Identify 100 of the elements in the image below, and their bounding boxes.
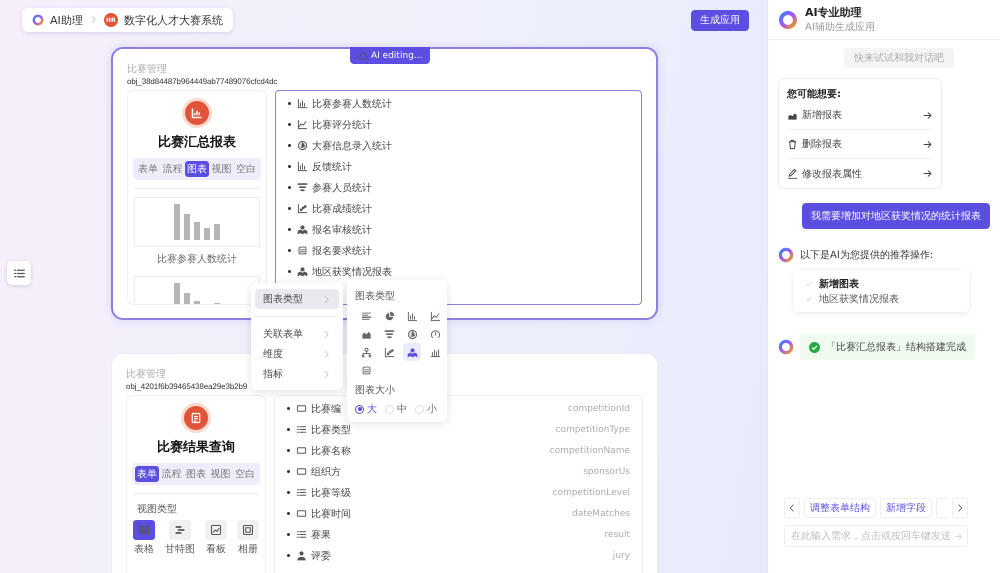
- bullet-dot: [288, 102, 291, 105]
- funnel-icon: [297, 182, 308, 193]
- line-chart-icon: [430, 310, 440, 322]
- size-radio[interactable]: 大: [355, 402, 377, 416]
- view-type-option[interactable]: 甘特图: [165, 520, 195, 556]
- list-item-label[interactable]: 比赛时间: [311, 506, 351, 520]
- cloud-icon: [358, 50, 368, 60]
- section-label: 图表大小: [355, 384, 396, 397]
- chart-caption: 比赛参赛人数统计: [157, 252, 237, 266]
- list-item-label[interactable]: 地区获奖情况报表: [312, 264, 392, 278]
- chevron-right-icon: [322, 330, 331, 338]
- list-item-label[interactable]: 赛果: [311, 528, 331, 542]
- bullet-dot: [288, 165, 291, 168]
- list-item-label[interactable]: 比赛名称: [311, 444, 351, 458]
- list-item-label[interactable]: 比赛编: [311, 402, 341, 416]
- list-item-label[interactable]: 组织方: [311, 464, 341, 478]
- recommendation-step: 地区获奖情况报表: [819, 292, 899, 306]
- panel-subtitle: AI辅助生成应用: [805, 20, 875, 34]
- success-check-icon: [809, 342, 820, 352]
- type-tab[interactable]: 流程: [160, 466, 184, 482]
- bullet-dot: [288, 123, 291, 126]
- gantt-icon: [174, 524, 186, 536]
- size-radio[interactable]: 中: [385, 402, 407, 416]
- assistant-message: 以下是AI为您提供的推荐操作:: [800, 248, 934, 262]
- type-tab[interactable]: 流程: [160, 161, 184, 177]
- type-tab[interactable]: 图表: [184, 466, 208, 482]
- bullet-dot: [288, 144, 291, 147]
- assistant-logo-icon: [778, 10, 798, 30]
- text-field-icon: [296, 466, 307, 477]
- list-item-label[interactable]: 参赛人员统计: [312, 180, 372, 194]
- type-tab[interactable]: 表单: [136, 161, 160, 177]
- bullet-dot: [288, 249, 291, 252]
- breadcrumb-item[interactable]: AI助理: [50, 12, 83, 28]
- map-option[interactable]: [403, 343, 421, 361]
- arrow-right-icon: [922, 110, 933, 120]
- bullet-dot: [288, 207, 291, 210]
- field-key: jury: [612, 550, 630, 560]
- size-radio[interactable]: 小: [415, 402, 437, 416]
- quick-action-chip[interactable]: 调整表单结构: [804, 498, 876, 518]
- arrow-right-icon: [922, 138, 933, 150]
- list-item-label[interactable]: 比赛类型: [311, 422, 351, 436]
- map-icon: [297, 224, 308, 235]
- list-icon: [296, 487, 307, 498]
- list-item-label[interactable]: 比赛成绩统计: [312, 202, 372, 216]
- text-field-icon: [296, 445, 307, 456]
- quick-action-chip[interactable]: 新增字段: [880, 498, 932, 518]
- type-tab[interactable]: 视图: [210, 161, 234, 177]
- type-tab[interactable]: 表单: [135, 466, 159, 482]
- generate-button[interactable]: 生成应用: [691, 10, 749, 30]
- bullet-dot: [288, 228, 291, 231]
- text-field-icon: [296, 508, 307, 519]
- chart-thumbnail[interactable]: [134, 197, 260, 247]
- type-tab[interactable]: 空白: [234, 161, 258, 177]
- message-input[interactable]: 在此输入需求，点击或按回车键发送: [784, 525, 968, 547]
- section-label: 图表类型: [355, 290, 396, 303]
- breadcrumb-item[interactable]: 数字化人才大赛系统: [124, 12, 223, 28]
- list-item-label[interactable]: 评委: [311, 548, 331, 562]
- list-icon: [296, 424, 307, 435]
- trash-icon: [787, 138, 798, 150]
- suggestion-item[interactable]: 修改报表属性: [787, 159, 933, 188]
- type-tab[interactable]: 图表: [185, 161, 209, 177]
- list-item-label[interactable]: 比赛参赛人数统计: [312, 96, 392, 110]
- list-item-label[interactable]: 报名审核统计: [312, 222, 372, 236]
- column-chart-icon: [430, 346, 440, 358]
- type-tab[interactable]: 空白: [233, 466, 257, 482]
- gauge-icon: [430, 328, 440, 340]
- map-icon: [406, 346, 418, 358]
- chevron-right-icon: [322, 350, 331, 358]
- menu-item[interactable]: 指标: [255, 364, 339, 384]
- bullet-dot: [288, 186, 291, 189]
- list-item-label[interactable]: 比赛等级: [311, 486, 351, 500]
- bullet-dot: [288, 270, 291, 273]
- assistant-logo-icon: [778, 339, 794, 355]
- board-icon: [210, 524, 222, 536]
- assistant-logo-icon: [32, 14, 44, 26]
- report-icon: [185, 101, 209, 125]
- menu-item[interactable]: 图表类型: [255, 289, 339, 309]
- list-item-label[interactable]: 反馈统计: [312, 160, 352, 174]
- bullet-dot: [287, 512, 290, 515]
- person-icon: [296, 550, 307, 561]
- group-label: 比赛管理: [126, 368, 166, 381]
- bullet-dot: [287, 491, 290, 494]
- list-item-label[interactable]: 大赛信息录入统计: [312, 138, 392, 152]
- suggestion-item[interactable]: 新增报表: [787, 101, 933, 130]
- ai-editing-badge: AI editing...: [350, 47, 430, 64]
- menu-item[interactable]: 维度: [255, 344, 339, 364]
- map-icon: [297, 266, 308, 277]
- sidebar-toggle-button[interactable]: [7, 261, 31, 285]
- panel-title: AI专业助理: [805, 5, 863, 20]
- list-item-label[interactable]: 报名要求统计: [312, 244, 372, 258]
- bullet-dot: [287, 449, 290, 452]
- bullet-dot: [287, 533, 290, 536]
- arrow-right-icon: [922, 168, 933, 179]
- suggestion-item[interactable]: 删除报表: [787, 130, 933, 159]
- menu-item[interactable]: 关联表单: [255, 324, 339, 344]
- list-item-label[interactable]: 比赛评分统计: [312, 118, 372, 132]
- type-tab[interactable]: 视图: [208, 466, 232, 482]
- status-text: 「比赛汇总报表」结构搭建完成: [826, 340, 966, 354]
- section-label: 视图类型: [137, 502, 177, 516]
- card-title: 您可能想要:: [787, 88, 842, 101]
